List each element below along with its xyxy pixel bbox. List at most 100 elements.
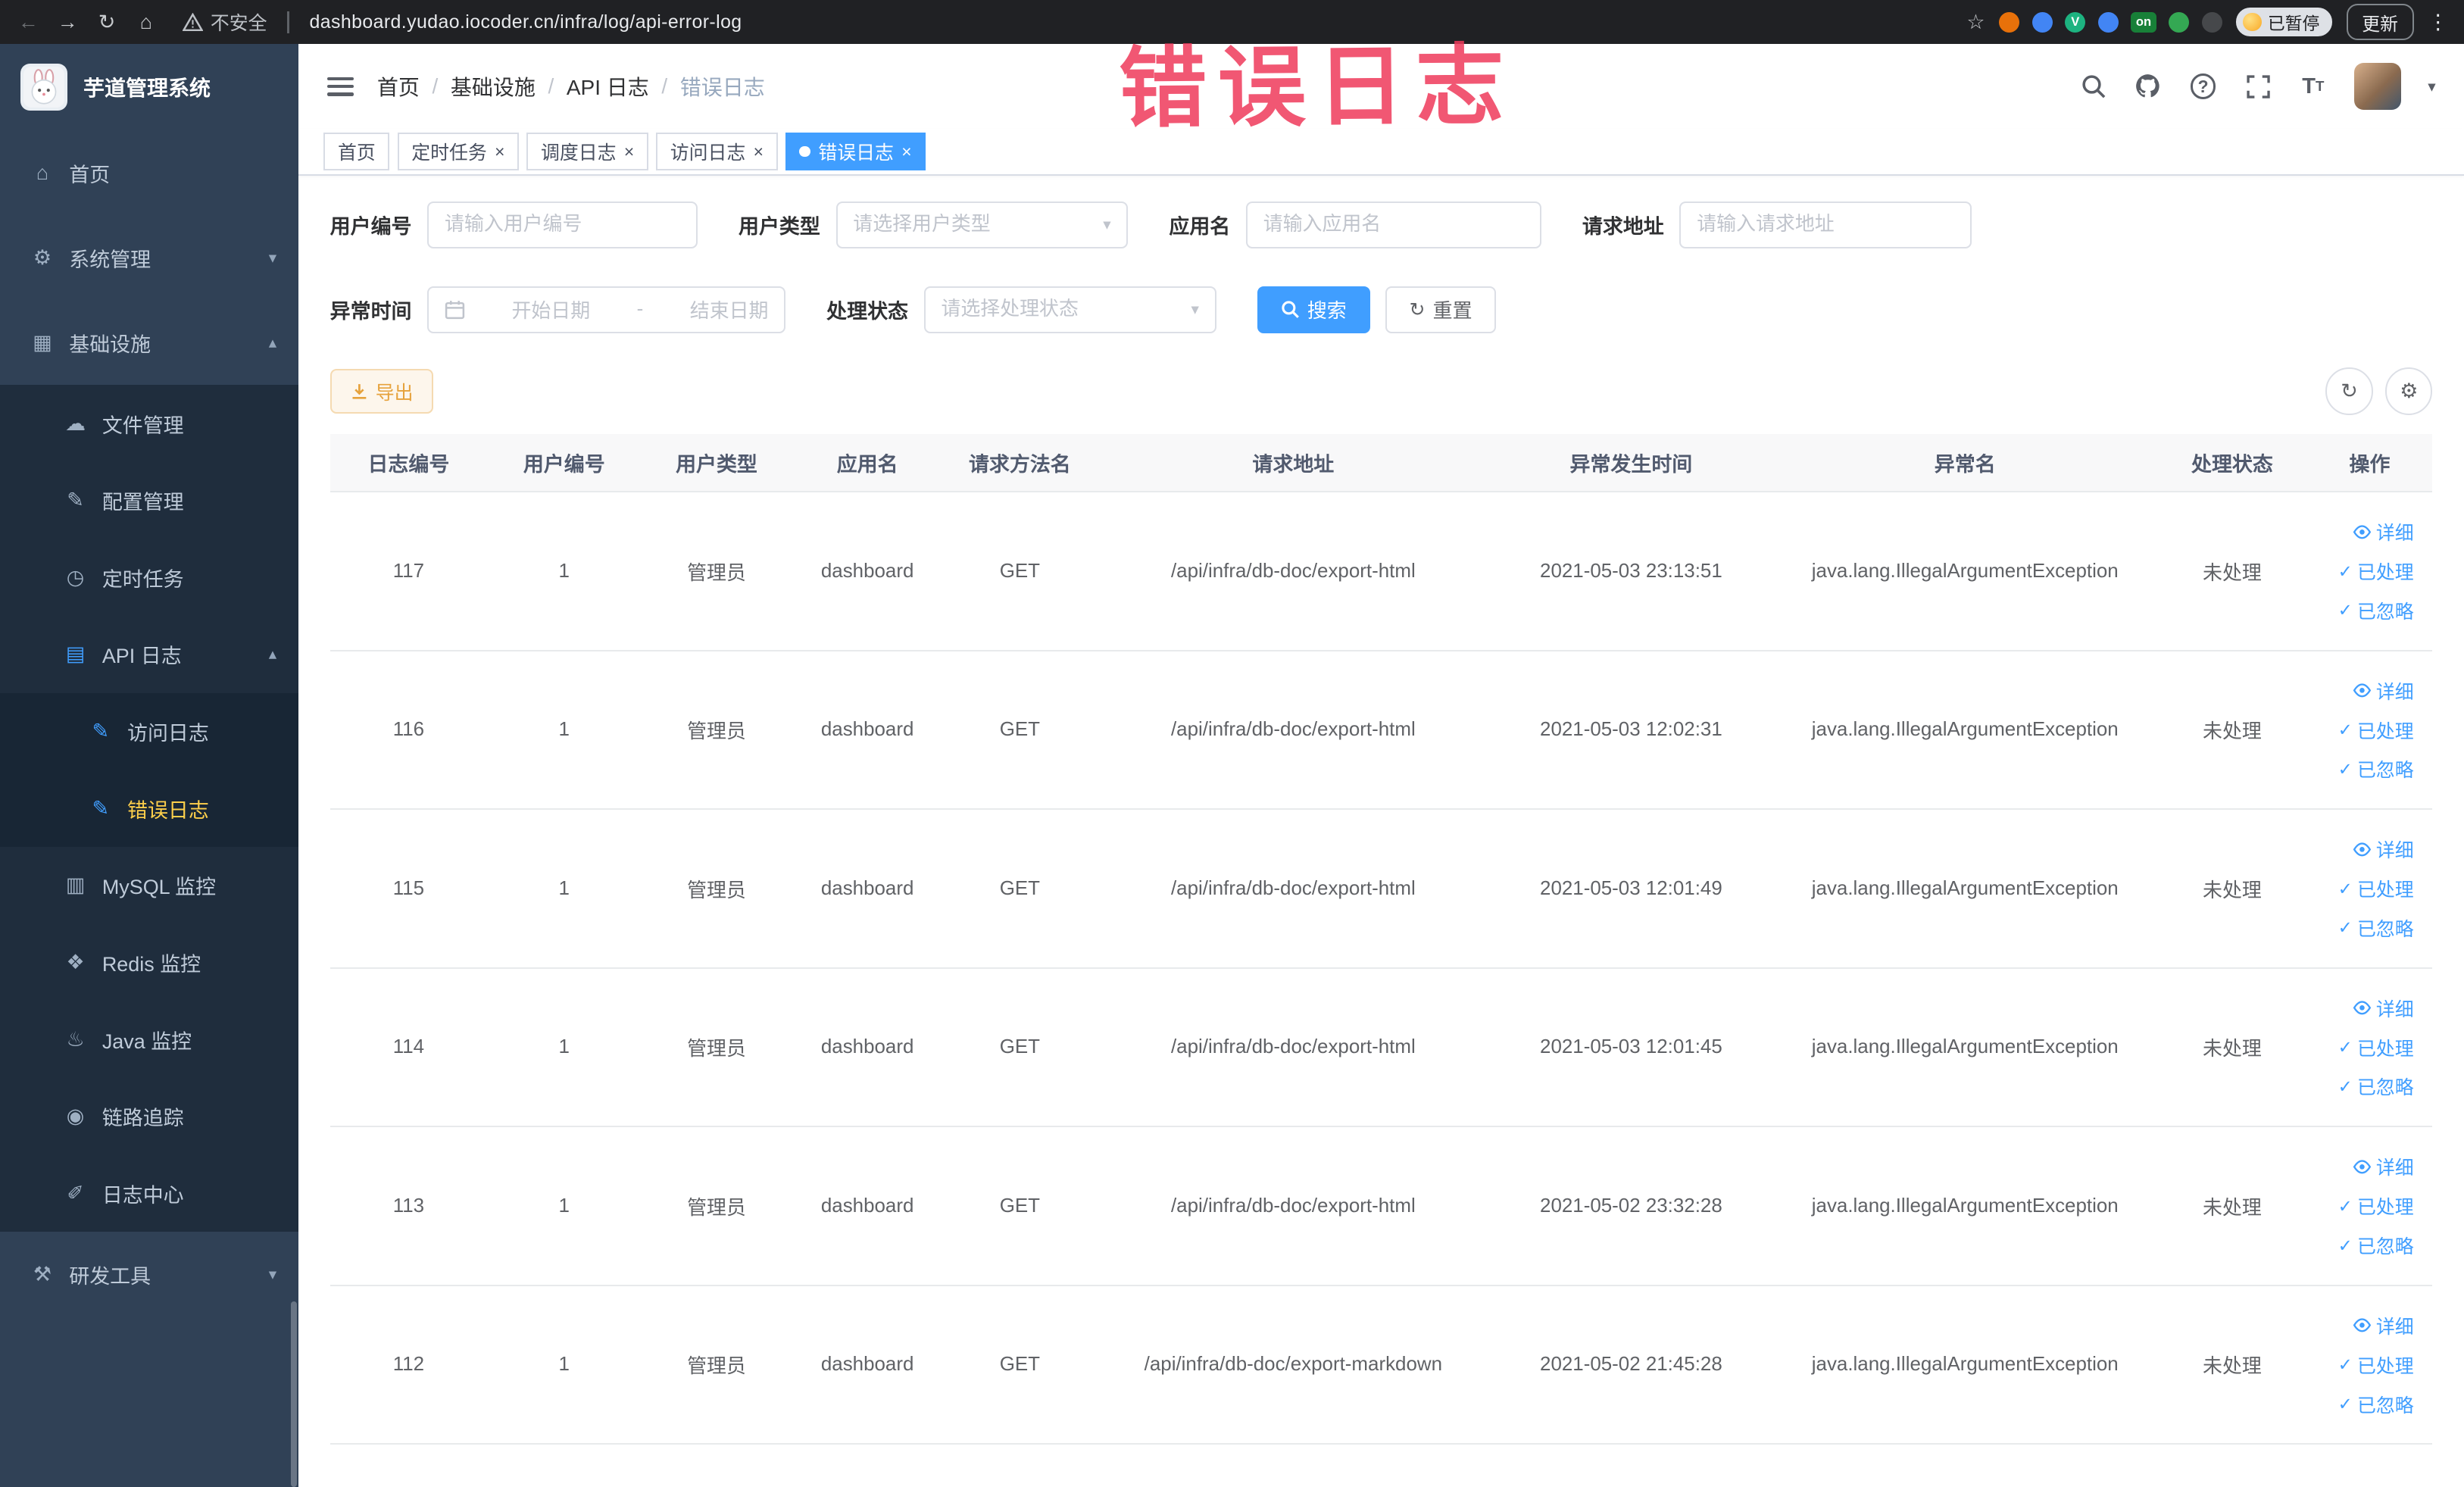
cell-user-type: 管理员 [641, 967, 792, 1128]
sidebar-item-8[interactable]: ✎ 错误日志 [0, 770, 299, 848]
tab-close-icon[interactable]: × [901, 142, 911, 161]
browser-menu-icon[interactable]: ⋮ [2428, 11, 2448, 34]
ignored-link[interactable]: ✓ 已忽略 [2316, 1067, 2414, 1107]
help-icon[interactable]: ? [2189, 72, 2217, 100]
export-button[interactable]: 导出 [329, 369, 434, 414]
bookmark-star-icon[interactable]: ☆ [1966, 11, 1985, 34]
avatar-caret-icon[interactable]: ▾ [2428, 77, 2435, 96]
sidebar-item-5[interactable]: ◷ 定时任务 [0, 539, 299, 617]
check-icon: ✓ [2338, 600, 2353, 620]
breadcrumb-item-2[interactable]: API 日志 [567, 71, 649, 102]
ignored-link[interactable]: ✓ 已忽略 [2316, 1385, 2414, 1424]
sidebar-item-0[interactable]: ⌂ 首页 [0, 130, 298, 215]
processed-link[interactable]: ✓ 已处理 [2316, 1345, 2414, 1385]
sidebar-item-11[interactable]: ♨ Java 监控 [0, 1001, 299, 1078]
cell-app-name: dashboard [792, 967, 943, 1128]
on-extension-icon[interactable]: on [2131, 11, 2156, 33]
collapse-sidebar-icon[interactable] [326, 77, 354, 96]
app-name-input[interactable] [1263, 214, 1525, 236]
sidebar-item-2[interactable]: ▦ 基础设施 ▴ [0, 300, 298, 385]
tab-0[interactable]: 首页 [323, 133, 390, 171]
tab-close-icon[interactable]: × [754, 142, 764, 161]
ignored-link[interactable]: ✓ 已忽略 [2316, 908, 2414, 948]
cell-user-type: 管理员 [641, 492, 792, 651]
column-header-7: 异常名 [1772, 433, 2158, 493]
reset-button[interactable]: ↻ 重置 [1385, 286, 1496, 333]
sidebar-item-6[interactable]: ▤ API 日志 ▴ [0, 616, 299, 693]
ignored-link[interactable]: ✓ 已忽略 [2316, 591, 2414, 630]
breadcrumb-separator: / [432, 74, 439, 98]
sidebar-item-12[interactable]: ◉ 链路追踪 [0, 1077, 299, 1155]
tab-4[interactable]: 错误日志 × [785, 133, 926, 171]
breadcrumb-item-1[interactable]: 基础设施 [451, 71, 536, 102]
user-id-input[interactable] [444, 214, 681, 236]
sidebar-item-13[interactable]: ✐ 日志中心 [0, 1154, 299, 1232]
cell-log-id: 113 [329, 1126, 488, 1286]
address-url[interactable]: dashboard.yudao.iocoder.cn/infra/log/api… [309, 11, 742, 33]
profile-paused-badge[interactable]: 已暂停 [2236, 8, 2332, 36]
user-type-select-input[interactable] [853, 214, 1094, 236]
tab-3[interactable]: 访问日志 × [656, 133, 778, 171]
detail-link[interactable]: 详细 [2316, 512, 2414, 551]
detail-link[interactable]: 详细 [2316, 1306, 2414, 1345]
ignored-link[interactable]: ✓ 已忽略 [2316, 1226, 2414, 1265]
detail-link[interactable]: 详细 [2316, 671, 2414, 711]
grid-extension-icon[interactable] [2097, 11, 2119, 33]
v-extension-icon[interactable]: V [2065, 11, 2086, 33]
ignored-link[interactable]: ✓ 已忽略 [2316, 750, 2414, 789]
check-icon: ✓ [2338, 1076, 2353, 1096]
cell-exception-name: java.lang.IllegalArgumentException [1772, 650, 2158, 811]
cell-log-id: 117 [329, 492, 488, 651]
exception-time-range-picker[interactable]: 开始日期 - 结束日期 [427, 286, 786, 333]
processed-link[interactable]: ✓ 已处理 [2316, 869, 2414, 908]
fullscreen-icon[interactable] [2244, 72, 2272, 100]
forward-icon[interactable]: → [55, 11, 80, 34]
security-indicator[interactable]: 不安全 [182, 8, 267, 36]
mysql-icon: ▥ [65, 873, 86, 897]
sidebar-item-9[interactable]: ▥ MySQL 监控 [0, 847, 299, 924]
font-size-icon[interactable]: TT [2299, 72, 2327, 100]
waterdrop-extension-icon[interactable] [2031, 11, 2053, 33]
app-logo[interactable]: 芋道管理系统 [0, 44, 298, 130]
tab-close-icon[interactable]: × [495, 142, 504, 161]
sidebar-item-label: 访问日志 [127, 722, 209, 745]
leaf-extension-icon[interactable] [2169, 11, 2190, 33]
column-settings-button[interactable]: ⚙ [2385, 367, 2433, 415]
process-status-select-input[interactable] [941, 298, 1182, 321]
sidebar-item-1[interactable]: ⚙ 系统管理 ▾ [0, 215, 298, 300]
processed-link[interactable]: ✓ 已处理 [2316, 551, 2414, 591]
tab-close-icon[interactable]: × [624, 142, 634, 161]
sidebar-item-7[interactable]: ✎ 访问日志 [0, 692, 299, 770]
sidebar-item-4[interactable]: ✎ 配置管理 [0, 461, 299, 539]
sidebar-item-10[interactable]: ❖ Redis 监控 [0, 923, 299, 1001]
search-button[interactable]: 搜索 [1257, 286, 1370, 333]
sidebar-item-3[interactable]: ☁ 文件管理 [0, 385, 299, 462]
breadcrumb-item-0[interactable]: 首页 [377, 71, 420, 102]
processed-link[interactable]: ✓ 已处理 [2316, 1186, 2414, 1226]
browser-update-button[interactable]: 更新 [2346, 4, 2414, 40]
request-url-input[interactable] [1697, 214, 1955, 236]
home-icon[interactable]: ⌂ [133, 11, 158, 34]
processed-link[interactable]: ✓ 已处理 [2316, 711, 2414, 750]
github-icon[interactable] [2134, 72, 2162, 100]
reload-icon[interactable]: ↻ [94, 11, 119, 34]
detail-link[interactable]: 详细 [2316, 989, 2414, 1028]
tab-2[interactable]: 调度日志 × [526, 133, 648, 171]
paw-extension-icon[interactable] [2201, 11, 2222, 33]
cell-exception-time: 2021-05-02 23:32:28 [1489, 1126, 1773, 1286]
process-status-select[interactable]: ▾ [923, 286, 1216, 333]
search-icon[interactable] [2079, 72, 2107, 100]
user-type-select[interactable]: ▾ [835, 201, 1129, 248]
adblock-extension-icon[interactable] [1999, 11, 2020, 33]
back-icon[interactable]: ← [16, 11, 41, 34]
processed-link[interactable]: ✓ 已处理 [2316, 1028, 2414, 1067]
sidebar-item-14[interactable]: ⚒ 研发工具 ▾ [0, 1232, 298, 1317]
sidebar-scrollbar[interactable] [290, 1301, 298, 1487]
user-avatar[interactable] [2353, 62, 2401, 111]
tab-1[interactable]: 定时任务 × [397, 133, 520, 171]
detail-link[interactable]: 详细 [2316, 829, 2414, 869]
refresh-table-button[interactable]: ↻ [2325, 367, 2373, 415]
detail-link[interactable]: 详细 [2316, 1147, 2414, 1186]
cell-status: 未处理 [2157, 967, 2307, 1128]
tab-label: 调度日志 [540, 142, 617, 164]
